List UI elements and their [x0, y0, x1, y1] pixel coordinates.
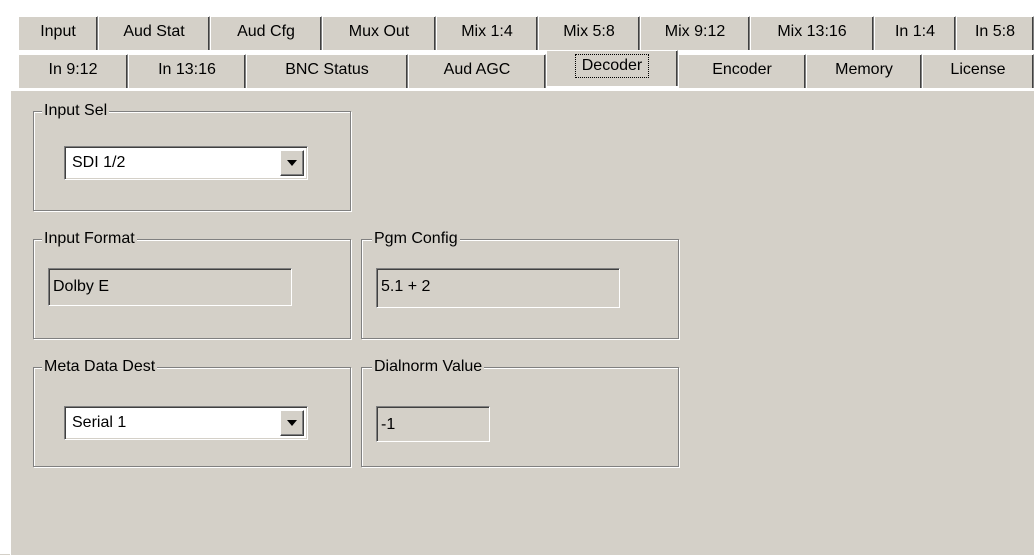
tab-label: BNC Status — [285, 61, 369, 78]
tab-in-13-16[interactable]: In 13:16 — [128, 54, 246, 88]
input-sel-group: Input Sel SDI 1/2 — [33, 102, 351, 211]
tab-memory[interactable]: Memory — [806, 54, 922, 88]
tab-mix-9-12[interactable]: Mix 9:12 — [640, 16, 750, 50]
pgm-config-group: Pgm Config 5.1 + 2 — [361, 230, 679, 339]
decoder-tab-page: Input Sel SDI 1/2 Input Format Dolby E P… — [10, 90, 1034, 555]
dialnorm-group: Dialnorm Value -1 — [361, 358, 679, 467]
tab-label: Decoder — [574, 54, 650, 78]
tab-mix-13-16[interactable]: Mix 13:16 — [750, 16, 874, 50]
input-format-legend: Input Format — [42, 230, 137, 248]
tab-label: Mix 5:8 — [563, 23, 615, 40]
tab-decoder[interactable]: Decoder — [546, 50, 678, 86]
meta-data-dest-dropdown-button[interactable] — [280, 410, 304, 436]
tab-encoder[interactable]: Encoder — [678, 54, 806, 88]
input-format-group: Input Format Dolby E — [33, 230, 351, 339]
pgm-config-legend: Pgm Config — [372, 230, 460, 248]
tab-label: Memory — [835, 61, 893, 78]
chevron-down-icon — [287, 420, 297, 426]
input-format-field: Dolby E — [48, 268, 292, 306]
tab-input[interactable]: Input — [18, 16, 98, 50]
tab-aud-agc[interactable]: Aud AGC — [408, 54, 546, 88]
tab-label: Encoder — [712, 61, 772, 78]
tab-aud-cfg[interactable]: Aud Cfg — [210, 16, 322, 50]
tab-bnc-status[interactable]: BNC Status — [246, 54, 408, 88]
input-sel-value: SDI 1/2 — [72, 154, 126, 171]
tab-label: Aud AGC — [443, 61, 511, 78]
chevron-down-icon — [287, 160, 297, 166]
tab-aud-stat[interactable]: Aud Stat — [98, 16, 210, 50]
tab-label: Aud Cfg — [237, 23, 295, 40]
tab-label: Mix 9:12 — [664, 23, 726, 40]
tab-label: In 1:4 — [894, 23, 936, 40]
pgm-config-value: 5.1 + 2 — [381, 278, 431, 295]
tab-label: Input — [40, 23, 76, 40]
tab-in-9-12[interactable]: In 9:12 — [18, 54, 128, 88]
tab-mux-out[interactable]: Mux Out — [322, 16, 436, 50]
tab-label: Mix 1:4 — [461, 23, 513, 40]
tab-label: Mux Out — [348, 23, 410, 40]
tab-license[interactable]: License — [922, 54, 1034, 88]
tab-label: Mix 13:16 — [777, 23, 847, 40]
meta-data-dest-legend: Meta Data Dest — [42, 358, 158, 376]
input-sel-dropdown[interactable]: SDI 1/2 — [64, 146, 308, 180]
tab-label: Aud Stat — [123, 23, 185, 40]
tab-label: In 9:12 — [48, 61, 98, 78]
meta-data-dest-value: Serial 1 — [72, 414, 127, 431]
dialnorm-legend: Dialnorm Value — [372, 358, 485, 376]
tab-label: In 5:8 — [974, 23, 1016, 40]
dialnorm-field: -1 — [376, 406, 490, 442]
tab-in-1-4[interactable]: In 1:4 — [874, 16, 956, 50]
tab-label: License — [950, 61, 1006, 78]
meta-data-dest-dropdown[interactable]: Serial 1 — [64, 406, 308, 440]
input-sel-legend: Input Sel — [42, 102, 110, 120]
input-format-value: Dolby E — [53, 278, 110, 295]
dialnorm-value: -1 — [381, 416, 396, 433]
tab-in-5-8[interactable]: In 5:8 — [956, 16, 1034, 50]
tab-mix-5-8[interactable]: Mix 5:8 — [538, 16, 640, 50]
pgm-config-field: 5.1 + 2 — [376, 268, 620, 308]
input-sel-dropdown-button[interactable] — [280, 150, 304, 176]
tab-label: In 13:16 — [158, 61, 216, 78]
tab-mix-1-4[interactable]: Mix 1:4 — [436, 16, 538, 50]
meta-data-dest-group: Meta Data Dest Serial 1 — [33, 358, 351, 467]
